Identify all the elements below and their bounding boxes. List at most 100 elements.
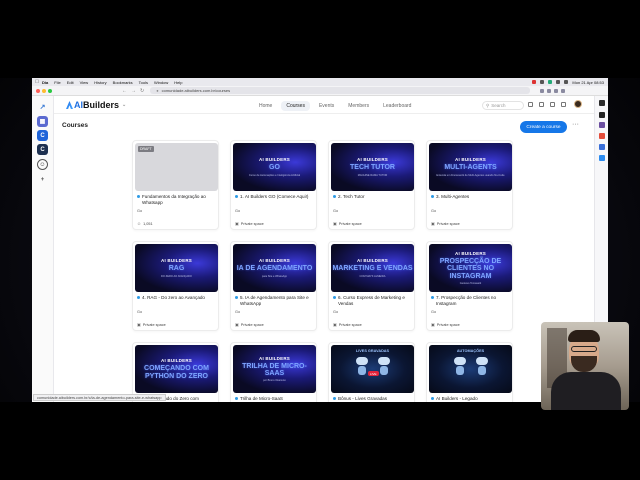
course-card[interactable]: AI BUILDERS GO Curso de Automações e Intel… [230,140,317,230]
course-title[interactable]: 6. Curso Express de Marketing e Vendas [333,295,413,306]
lock-icon: ▣ [431,322,435,327]
minimize-window-icon[interactable] [42,88,46,93]
course-title[interactable]: 5. IA de Agendamento para Site e WhatsAp… [235,295,315,306]
course-cover-image[interactable]: AI BUILDERS IA DE AGENDAMENTO para Site e … [233,244,316,292]
notion-icon[interactable] [599,112,605,118]
battery-icon[interactable] [564,80,569,84]
menu-file[interactable]: File [54,80,60,85]
menu-edit[interactable]: Edit [67,80,74,85]
logo-ai-text: AI [74,100,83,110]
course-title[interactable]: 7. Prospecção de Clientes no Instagram [431,295,511,306]
avatar[interactable] [574,100,582,108]
course-title[interactable]: 3. Multi-Agentes [431,194,511,200]
menu-bookmarks[interactable]: Bookmarks [113,80,133,85]
extension-icon[interactable] [554,88,559,93]
menu-window[interactable]: Window [154,80,168,85]
course-cover-image[interactable]: AI BUILDERS TRILHA DE MICRO-SAAS por Bruno… [233,345,316,393]
course-cover-image[interactable]: AI BUILDERS RAG DO ZERO AO AVANÇADO [135,244,218,292]
app-icon[interactable] [599,144,605,150]
add-icon[interactable]: + [37,174,48,185]
record-icon[interactable] [532,80,537,84]
chat-icon[interactable] [539,102,544,107]
app-c-dark-icon[interactable]: C [37,144,48,155]
course-cover-image[interactable]: AI BUILDERS COMEÇANDO COM PYTHON DO ZERO [135,345,218,393]
close-window-icon[interactable] [36,88,40,93]
reload-icon[interactable]: ↻ [140,88,144,94]
address-bar[interactable]: ● comunidade.aibuilders.com.br/courses [150,87,531,94]
menu-view[interactable]: View [80,80,89,85]
course-title[interactable]: 2. Tech Tutor [333,194,413,200]
course-title[interactable]: Trilha de Micro-SaaS [235,396,315,402]
webcam-person-hair [568,330,600,342]
course-cover-image[interactable]: AI BUILDERS TECH TUTOR MACHINE RAMA TUTOR [331,143,414,191]
course-card[interactable]: AI BUILDERS RAG DO ZERO AO AVANÇADO 4. RAG … [132,241,219,331]
tab-leaderboard[interactable]: Leaderboard [378,101,416,111]
course-card[interactable]: DRAFT Fundamentos da Integração ao Whatsa… [132,140,219,230]
course-card[interactable]: AI BUILDERS COMEÇANDO COM PYTHON DO ZERO 8… [132,342,219,402]
chart-icon[interactable]: ↗ [37,101,48,112]
course-card[interactable]: AI BUILDERS TRILHA DE MICRO-SAAS por Bruno… [230,342,317,402]
extension-icon[interactable] [540,88,545,93]
panel-icon[interactable] [599,100,605,106]
forward-icon[interactable]: → [131,88,136,94]
course-visibility-text: Private space [240,221,264,226]
search-input[interactable]: ⚲ Search [482,101,524,110]
inbox-icon[interactable] [528,102,533,107]
create-course-button[interactable]: Create a course [520,121,567,133]
menu-app[interactable]: Dia [42,80,48,85]
tab-events[interactable]: Events [314,101,339,111]
app-c-icon[interactable]: C [37,130,48,141]
menu-tools[interactable]: Tools [139,80,148,85]
site-logo[interactable]: AI Builders ⌄ [66,100,126,110]
tray-icon[interactable] [540,80,545,84]
course-title[interactable]: 4. RAG - Do zero ao Avançado [137,295,217,301]
bookmark-icon[interactable] [561,102,566,107]
tab-members[interactable]: Members [343,101,374,111]
course-cover-image[interactable]: AUTOMAÇÕES [429,345,512,393]
wifi-icon[interactable] [556,80,561,84]
course-card[interactable]: AUTOMAÇÕES AI Builders - Legado [426,342,513,402]
course-card[interactable]: AI BUILDERS PROSPECÇÃO DE CLIENTES NO INS… [426,241,513,331]
course-title[interactable]: 1. AI Builders GO (Comece Aqui!) [235,194,315,200]
menubar-clock[interactable]: Mon 21 Apr 08:53 [572,80,604,85]
menu-history[interactable]: History [94,80,106,85]
notifications-icon[interactable] [550,102,555,107]
menu-help[interactable]: Help [174,80,182,85]
lock-icon: ▣ [137,322,141,327]
smiley-icon[interactable]: ☺ [37,159,48,170]
course-title-text: 7. Prospecção de Clientes no Instagram [436,295,497,306]
status-dot-icon [235,195,238,198]
extension-icon[interactable] [561,88,566,93]
app-icon[interactable] [599,122,605,128]
course-card[interactable]: LIVES GRAVADAS LIVE Bônus - Lives Gravadas [328,342,415,402]
course-card[interactable]: AI BUILDERS MARKETING E VENDAS COM MAYK AL… [328,241,415,331]
apple-icon[interactable]:  [32,79,42,85]
chevron-down-icon[interactable]: ⌄ [122,102,126,108]
tray-icon[interactable] [548,80,553,84]
tab-home[interactable]: Home [254,101,277,111]
app-icon[interactable] [599,155,605,161]
course-card[interactable]: AI BUILDERS TECH TUTOR MACHINE RAMA TUTOR 2… [328,140,415,230]
zoom-window-icon[interactable] [48,88,52,93]
more-options-button[interactable]: ··· [572,121,579,128]
course-cover-image[interactable]: AI BUILDERS GO Curso de Automações e Intel… [233,143,316,191]
course-cover-image[interactable]: AI BUILDERS MARKETING E VENDAS COM MAYK AL… [331,244,414,292]
course-cover-image[interactable]: AI BUILDERS MULTI-AGENTS Entenda um Framew… [429,143,512,191]
active-space-icon[interactable]: ▦ [37,116,48,127]
lock-icon: ▣ [235,322,239,327]
course-cover-image[interactable]: LIVES GRAVADAS LIVE [331,345,414,393]
course-cover-image[interactable]: DRAFT [135,143,218,191]
tab-courses[interactable]: Courses [281,101,310,111]
extension-icon[interactable] [547,88,552,93]
course-title[interactable]: Bônus - Lives Gravadas [333,396,413,402]
app-icon[interactable] [599,133,605,139]
course-card[interactable]: AI BUILDERS MULTI-AGENTS Entenda um Framew… [426,140,513,230]
course-author: Go [235,209,241,213]
course-title[interactable]: AI Builders - Legado [431,396,511,402]
course-cover-image[interactable]: AI BUILDERS PROSPECÇÃO DE CLIENTES NO INS… [429,244,512,292]
course-visibility: ▣ Private space [431,221,460,226]
course-title[interactable]: Fundamentos da Integração ao Whatsapp [137,194,217,205]
course-card[interactable]: AI BUILDERS IA DE AGENDAMENTO para Site e … [230,241,317,331]
back-icon[interactable]: ← [122,88,127,94]
video-letterbox-bottom [0,402,640,480]
